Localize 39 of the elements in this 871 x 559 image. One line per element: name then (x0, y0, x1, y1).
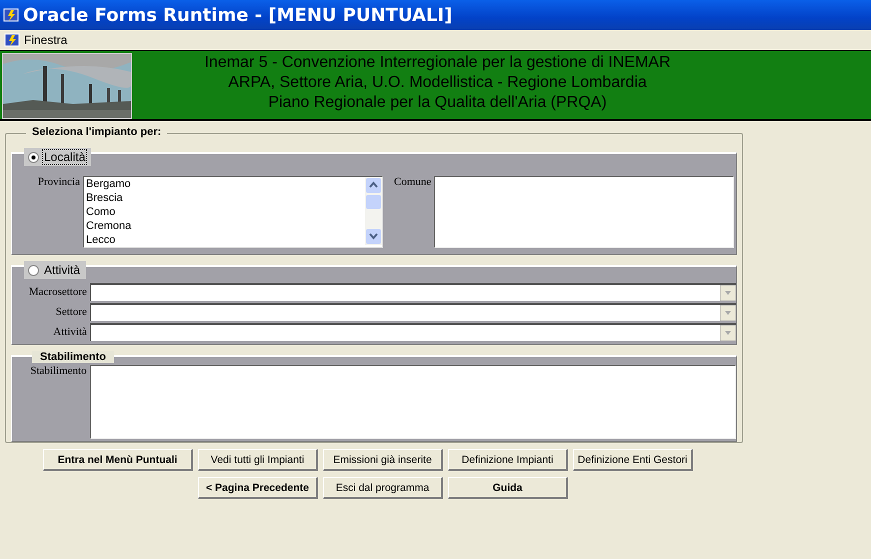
list-item[interactable]: Brescia (84, 191, 365, 205)
field-label: Stabilimento (29, 365, 87, 377)
action-button[interactable]: Definizione Impianti (448, 449, 568, 471)
field-label: Provincia (36, 176, 80, 188)
group-legend: Seleziona l'impianto per: (26, 126, 168, 138)
dropdown-arrow-icon[interactable] (720, 325, 736, 341)
action-button[interactable]: Entra nel Menù Puntuali (43, 449, 193, 471)
action-button[interactable]: Guida (448, 477, 568, 499)
window-title: Oracle Forms Runtime - [MENU PUNTUALI] (23, 4, 452, 26)
action-button[interactable]: Vedi tutti gli Impianti (198, 449, 318, 471)
menu-item[interactable]: Finestra (24, 33, 68, 47)
field-label: Macrosettore (28, 286, 87, 298)
banner-text: ARPA, Settore Aria, U.O. Modellistica - Regione Lombardia (228, 73, 647, 93)
list-box[interactable]: Bergamo Brescia Como Cremona Lecco (83, 176, 383, 248)
list-item[interactable]: Como (84, 205, 365, 219)
list-item[interactable]: Lecco (84, 233, 365, 247)
field-label: Settore (54, 306, 87, 318)
dropdown-field[interactable] (90, 303, 736, 321)
field-label: Comune (394, 176, 432, 188)
field-label: Attività (52, 326, 87, 338)
list-item[interactable]: Bergamo (84, 177, 365, 191)
panel-title: Stabilimento (32, 351, 114, 363)
list-item[interactable]: Cremona (84, 219, 365, 233)
app-icon (4, 32, 20, 48)
action-button[interactable]: Definizione Enti Gestori (573, 449, 693, 471)
dropdown-arrow-icon[interactable] (720, 285, 736, 301)
action-button[interactable]: Emissioni già inserite (323, 449, 443, 471)
app-icon (3, 7, 19, 23)
action-button[interactable]: < Pagina Precedente (198, 477, 318, 499)
action-button[interactable]: Esci dal programma (323, 477, 443, 499)
scrollbar[interactable] (365, 177, 382, 245)
dropdown-arrow-icon[interactable] (720, 305, 736, 321)
dropdown-field[interactable] (90, 323, 736, 341)
banner-text: Inemar 5 - Convenzione Interregionale per la gestione di INEMAR (204, 53, 671, 73)
banner-text: Piano Regionale per la Qualita dell'Aria (PRQA) (268, 93, 607, 113)
dropdown-field[interactable] (90, 283, 736, 301)
radio-button[interactable] (28, 264, 39, 276)
radio-button[interactable] (28, 152, 39, 162)
radio-label[interactable]: Località (42, 149, 88, 165)
